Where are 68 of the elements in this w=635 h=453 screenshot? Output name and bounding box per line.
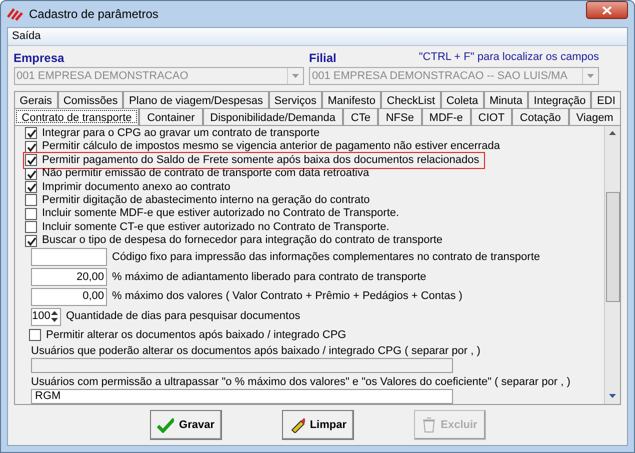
spin-field[interactable]: 100 (31, 308, 61, 326)
tab[interactable]: Viagem (568, 108, 622, 125)
option-label: Permitir digitação de abastecimento interno na geração do contrato (42, 194, 370, 207)
tab[interactable]: Container (139, 108, 202, 125)
checkbox[interactable] (25, 234, 37, 247)
tab[interactable]: Comissões (58, 90, 124, 108)
checkmark-icon (156, 417, 174, 433)
option-label: Permitir cálculo de impostos mesmo se vigencia anterior de pagamento não estiver encerrada (42, 140, 500, 154)
checkbox[interactable] (25, 168, 37, 180)
field-label: Empresa (14, 50, 66, 67)
tab[interactable]: Integração (528, 90, 592, 108)
option-label: Quantidade de dias para pesquisar documentos (66, 310, 300, 324)
option-label: Buscar o tipo de despesa do fornecedor para integração do contrato de transporte (42, 234, 443, 248)
checkbox[interactable] (25, 127, 37, 140)
option-label: Permitir alterar os documentos após baixado / integrado CPG (46, 328, 346, 342)
menu-item[interactable]: Saída (12, 28, 41, 45)
checkbox[interactable] (25, 221, 37, 234)
option-label: Código fixo para impressão das informações complementares no contrato de transporte (112, 250, 540, 264)
tab[interactable]: Gerais (14, 90, 58, 108)
tab[interactable]: Contrato de transporte (14, 108, 140, 125)
tab[interactable]: Serviços (268, 90, 322, 108)
checkbox[interactable] (25, 208, 37, 220)
field-label: Filial (309, 50, 336, 67)
scroll-up-icon (609, 130, 616, 135)
option-label: % máximo dos valores ( Valor Contrato + Prêmio + Pedágios + Contas ) (112, 290, 462, 304)
action-button[interactable]: Limpar (282, 410, 354, 440)
spin-arrows-icon (50, 310, 59, 324)
scrollbar[interactable] (604, 126, 620, 404)
option-label: Não permitir emissão de contrato de transporte com data retroativa (42, 167, 370, 180)
tab[interactable]: CheckList (381, 90, 441, 108)
dropdown-arrow-icon (587, 74, 594, 78)
number-field[interactable]: 20,00 (31, 268, 107, 286)
app-logo-icon (7, 7, 23, 21)
option-label: Integrar para o CPG ao gravar um contrato de transporte (42, 126, 320, 140)
option-label: Usuários com permissão a ultrapassar "o % máximo dos valores" e "os Valores do coeficiente" ( separar por , ) (31, 376, 572, 390)
tab[interactable]: CIOT (470, 108, 512, 125)
option-label: % máximo de adiantamento liberado para contrato de transporte (112, 270, 426, 284)
close-button[interactable] (586, 1, 628, 19)
option-label: Imprimir documento anexo ao contrato (42, 180, 230, 194)
option-label: Incluir somente CT-e que estiver autorizado no Contrato de Transporte. (42, 220, 390, 234)
text-field[interactable]: RGM (31, 389, 453, 404)
tab[interactable]: MDF-e (422, 108, 471, 125)
tab[interactable]: Cotação (512, 108, 569, 125)
tab[interactable]: Disponibilidade/Demanda (202, 108, 344, 125)
tab[interactable]: Coleta (440, 90, 484, 108)
action-button[interactable]: Gravar (150, 410, 222, 440)
tab[interactable]: CTe (343, 108, 378, 125)
checkbox[interactable] (29, 329, 41, 342)
checkbox[interactable] (25, 154, 37, 166)
number-field[interactable] (31, 248, 107, 266)
checkbox[interactable] (25, 140, 37, 153)
dropdown-arrow-icon (292, 74, 298, 78)
tab[interactable]: NFSe (378, 108, 422, 125)
number-field[interactable]: 0,00 (31, 288, 107, 306)
tab[interactable]: EDI (591, 90, 622, 108)
scroll-down-icon (609, 394, 616, 398)
close-icon (602, 6, 612, 14)
tab[interactable]: Manifesto (322, 90, 382, 108)
option-label: Incluir somente MDF-e que estiver autorizado no Contrato de Transporte. (42, 207, 400, 220)
option-label: Permitir pagamento do Saldo de Frete somente após baixa dos documentos relacionados (42, 154, 480, 167)
window-title: Cadastro de parâmetros (29, 6, 158, 23)
checkbox[interactable] (25, 181, 37, 193)
trash-icon (422, 417, 436, 433)
tab[interactable]: Plano de viagem/Despesas (123, 90, 269, 108)
option-label: Usuários que poderão alterar os documentos após baixado / integrado CPG ( separar por , ) (31, 345, 482, 358)
tab[interactable]: Minuta (484, 90, 528, 108)
checkbox[interactable] (25, 194, 37, 206)
shortcut-hint: "CTRL + F" para localizar os campos (418, 50, 599, 65)
